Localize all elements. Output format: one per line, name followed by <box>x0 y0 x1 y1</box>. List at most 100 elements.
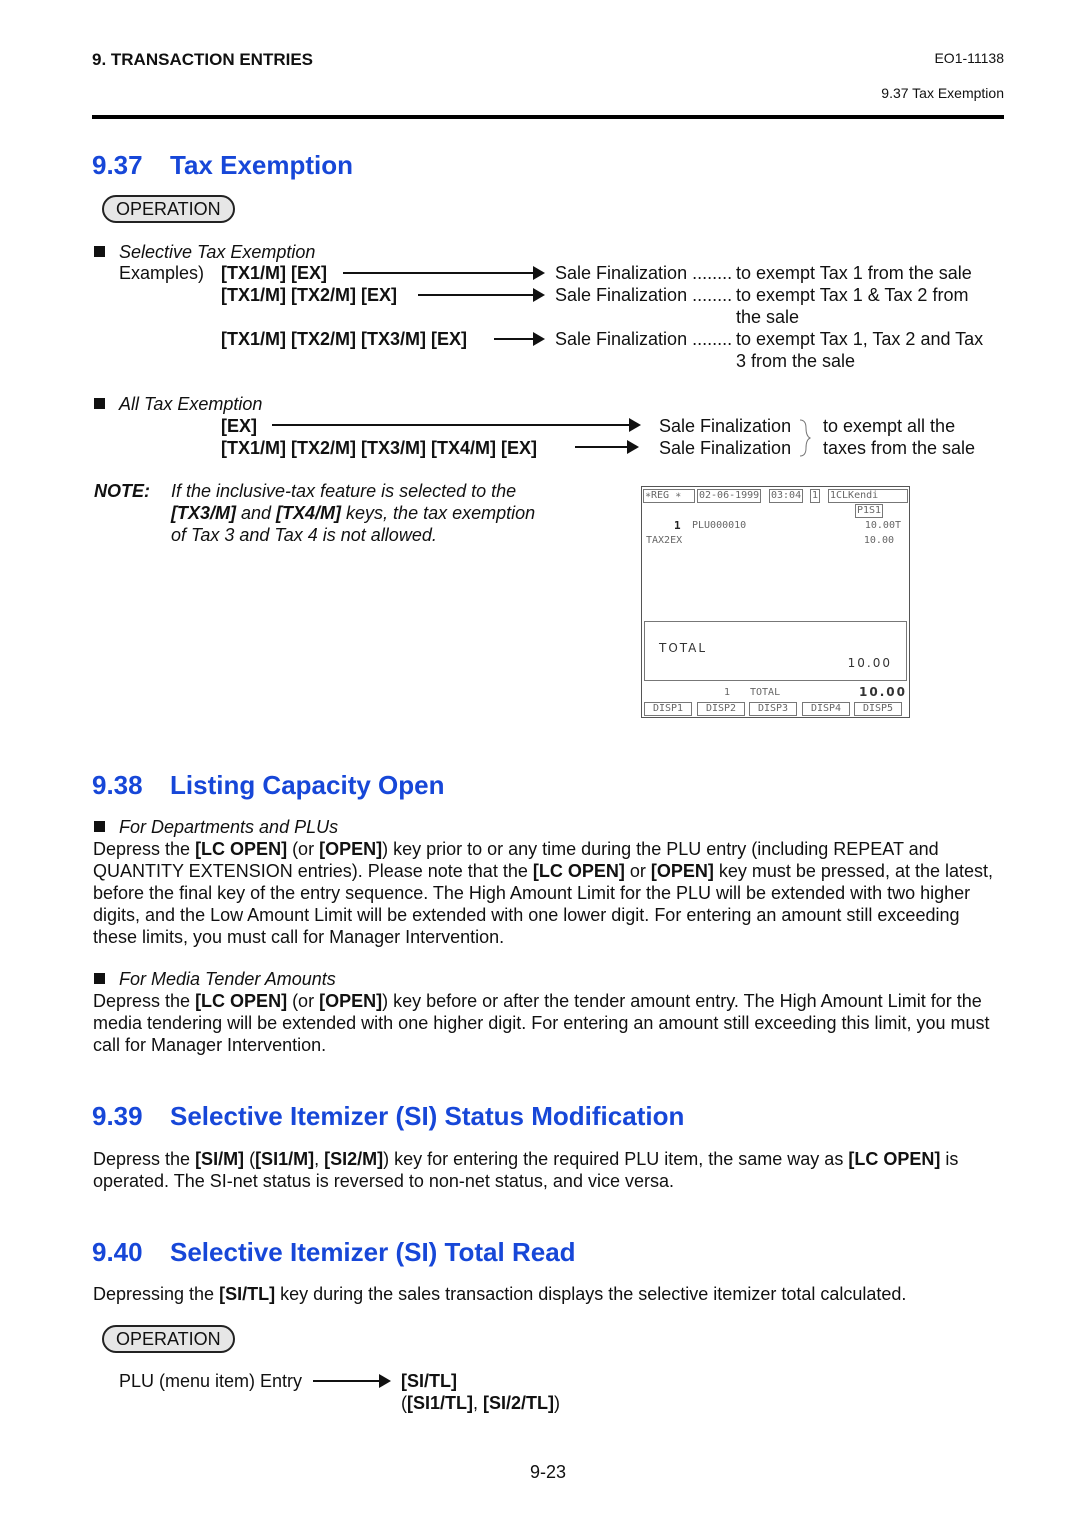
si-tl-key: [SI/TL] <box>401 1371 457 1391</box>
section-title: Tax Exemption <box>170 150 354 180</box>
footer-label: TOTAL <box>750 687 781 698</box>
page-indicator: P1S1 <box>855 504 884 518</box>
key-name: [LC OPEN] <box>532 861 625 881</box>
total-amount: 10.00 <box>847 656 892 670</box>
section-heading-9-40: 9.40 Selective Itemizer (SI) Total Read <box>92 1237 576 1267</box>
disp1-button[interactable]: DISP1 <box>644 702 692 716</box>
si-tl-alternatives: ([SI1/TL], [SI/2/TL]) <box>401 1392 560 1414</box>
key-sequence: [TX1/M] [TX2/M] [EX] <box>221 285 397 305</box>
si-total-paragraph: Depressing the [SI/TL] key during the sa… <box>93 1283 1008 1305</box>
result: Sale Finalization ........ <box>555 329 733 349</box>
brace-icon <box>799 419 812 457</box>
section-title: Selective Itemizer (SI) Total Read <box>170 1237 576 1267</box>
text-segment: Depressing the <box>93 1284 220 1304</box>
key-sequence: [EX] <box>221 416 257 436</box>
key-name: [LC OPEN] <box>195 991 288 1011</box>
arrow-icon <box>272 418 641 432</box>
disp4-button[interactable]: DISP4 <box>802 702 850 716</box>
date: 02-06-1999 <box>697 489 762 503</box>
description: to exempt Tax 1 from the sale <box>736 263 972 283</box>
disp2-button[interactable]: DISP2 <box>697 702 745 716</box>
tax-amount: 10.00 <box>863 535 894 546</box>
text-segment: Depress the <box>93 991 196 1011</box>
note-line: of Tax 3 and Tax 4 is not allowed. <box>171 524 437 546</box>
arrow-icon <box>494 332 545 346</box>
key-name: [TX4/M] <box>276 503 342 523</box>
text-segment: or <box>624 861 651 881</box>
disp5-button[interactable]: DISP5 <box>854 702 902 716</box>
result: Sale Finalization <box>659 416 792 436</box>
item-quantity: 1 <box>674 519 681 532</box>
time: 03:04 <box>769 489 804 503</box>
clerk-name: 1CLKendi <box>828 489 908 503</box>
description: to exempt Tax 1, Tax 2 and Tax <box>736 329 984 349</box>
footer-quantity: 1 <box>724 687 731 698</box>
operation-label: OPERATION <box>102 195 235 223</box>
note-line: [TX3/M] and [TX4/M] keys, the tax exempt… <box>171 502 535 524</box>
text-segment: Depress the <box>93 1149 196 1169</box>
description: to exempt Tax 1 & Tax 2 from <box>736 285 969 305</box>
page-number: 9-23 <box>530 1462 567 1482</box>
footer-amount: 10.00 <box>859 685 907 699</box>
text-segment: (or <box>287 991 320 1011</box>
all-tax-heading: All Tax Exemption <box>119 394 263 414</box>
key-name: [SI2/M] <box>324 1149 384 1169</box>
mode-indicator: ∗REG ∗ <box>643 489 695 503</box>
total-panel: TOTAL 10.00 <box>644 621 907 681</box>
text-segment: Depress the <box>93 839 196 859</box>
key-name: [SI/M] <box>195 1149 245 1169</box>
text-segment: (or <box>287 839 320 859</box>
arrow-icon <box>343 266 545 280</box>
section-number: 9.40 <box>92 1237 143 1267</box>
text-segment: ( <box>244 1149 256 1169</box>
manual-page: 9. TRANSACTION ENTRIES EO1-11138 9.37 Ta… <box>0 0 1080 1528</box>
arrow-icon <box>313 1374 391 1388</box>
text-segment: , <box>314 1149 325 1169</box>
description: to exempt all the <box>823 416 956 436</box>
key-name: [LC OPEN] <box>848 1149 941 1169</box>
arrow-icon <box>575 440 639 454</box>
si-status-paragraph: Depress the [SI/M] ([SI1/M], [SI2/M]) ke… <box>93 1148 1008 1192</box>
text-segment: ) key for entering the required PLU item… <box>383 1149 849 1169</box>
text-segment: of Tax 3 and Tax 4 is not allowed. <box>171 525 437 545</box>
section-title: Selective Itemizer (SI) Status Modificat… <box>170 1101 685 1131</box>
bullet-icon <box>94 246 105 257</box>
text-segment: If the inclusive-tax feature is selected… <box>171 481 517 501</box>
key-name: [TX3/M] <box>171 503 236 523</box>
selective-heading: Selective Tax Exemption <box>119 242 316 262</box>
text-segment: key during the sales transaction display… <box>275 1284 907 1304</box>
key-name: [SI1/M] <box>255 1149 315 1169</box>
section-number: 9.39 <box>92 1101 143 1131</box>
bullet-icon <box>94 398 105 409</box>
register-number: 1 <box>810 489 821 503</box>
section-heading-9-39: 9.39 Selective Itemizer (SI) Status Modif… <box>92 1101 684 1131</box>
media-paragraph: Depress the [LC OPEN] (or [OPEN]) key be… <box>93 990 1008 1056</box>
result: Sale Finalization ........ <box>555 285 733 305</box>
section-number: 9.38 <box>92 770 143 800</box>
entry-label: PLU (menu item) Entry <box>119 1371 303 1391</box>
key-sequence: [TX1/M] [TX2/M] [TX3/M] [TX4/M] [EX] <box>221 438 537 458</box>
key-name: [SI/2/TL] <box>483 1393 555 1413</box>
result: Sale Finalization ........ <box>555 263 733 283</box>
bullet-icon <box>94 973 105 984</box>
text-segment: , <box>473 1393 484 1413</box>
description: the sale <box>736 307 800 327</box>
dept-heading: For Departments and PLUs <box>119 817 339 837</box>
key-sequence: [TX1/M] [EX] <box>221 263 327 283</box>
chapter-title: 9. TRANSACTION ENTRIES <box>92 50 314 69</box>
key-name: [SI/TL] <box>219 1284 276 1304</box>
note-line: If the inclusive-tax feature is selected… <box>171 480 516 502</box>
disp3-button[interactable]: DISP3 <box>749 702 797 716</box>
key-name: [SI1/TL] <box>407 1393 473 1413</box>
header-rule <box>92 115 1004 119</box>
examples-label: Examples) <box>119 263 205 283</box>
operation-label: OPERATION <box>102 1325 235 1353</box>
bullet-icon <box>94 821 105 832</box>
key-name: [OPEN] <box>319 839 383 859</box>
tax-label: TAX2EX <box>646 535 683 546</box>
key-name: [OPEN] <box>650 861 714 881</box>
section-heading-9-37: 9.37 Tax Exemption <box>92 150 353 180</box>
item-amount: 10.00T <box>864 520 901 531</box>
media-heading: For Media Tender Amounts <box>119 969 336 989</box>
document-id: EO1-11138 <box>934 50 1004 66</box>
